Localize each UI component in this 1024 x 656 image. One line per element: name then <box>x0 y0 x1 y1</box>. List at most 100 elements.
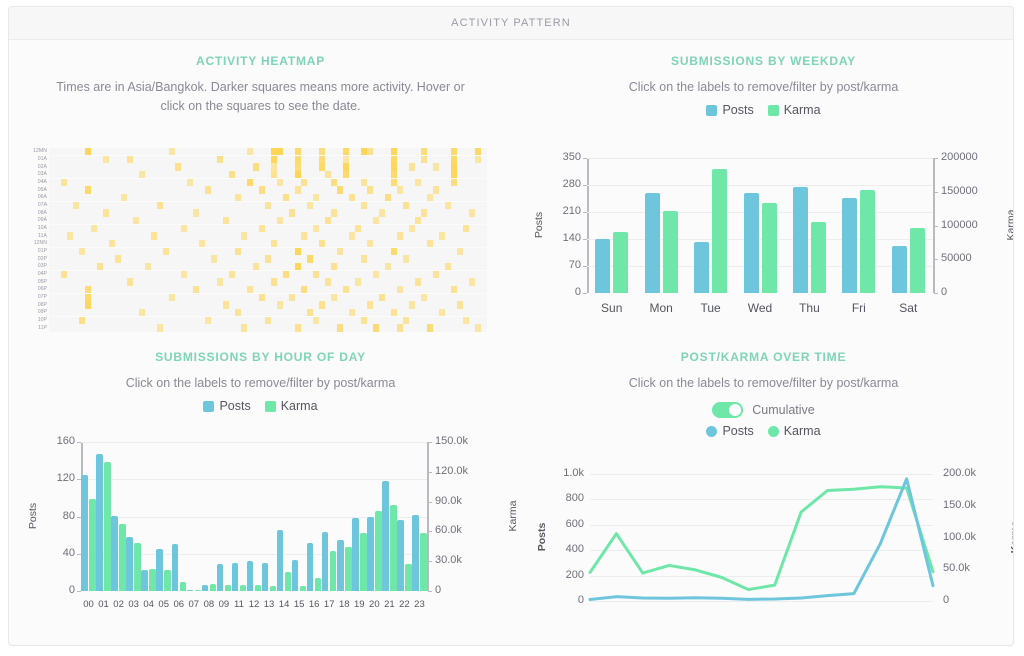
heatmap-cell[interactable] <box>223 301 229 309</box>
heatmap-cell[interactable] <box>433 163 439 171</box>
heatmap-cell[interactable] <box>271 240 277 248</box>
heatmap-cell[interactable] <box>229 270 235 278</box>
heatmap-cell[interactable] <box>175 163 181 171</box>
heatmap-cell[interactable] <box>259 293 265 301</box>
heatmap-cell[interactable] <box>193 286 199 294</box>
heatmap-cell[interactable] <box>445 201 451 209</box>
heatmap-cell[interactable] <box>337 186 343 194</box>
heatmap-cell[interactable] <box>427 240 433 248</box>
heatmap-cell[interactable] <box>295 324 301 332</box>
bar-karma[interactable] <box>254 585 262 591</box>
heatmap-cell[interactable] <box>139 309 145 317</box>
heatmap-cell[interactable] <box>343 148 349 156</box>
bar-karma[interactable] <box>329 551 337 591</box>
heatmap-cell[interactable] <box>319 155 325 163</box>
heatmap-cell[interactable] <box>463 316 469 324</box>
heatmap-cell[interactable] <box>247 148 253 156</box>
heatmap-cell[interactable] <box>361 316 367 324</box>
heatmap-cell[interactable] <box>361 255 367 263</box>
heatmap-cell[interactable] <box>313 270 319 278</box>
heatmap-cell[interactable] <box>193 209 199 217</box>
bar-karma[interactable] <box>89 498 96 591</box>
heatmap-cell[interactable] <box>421 293 427 301</box>
heatmap-cell[interactable] <box>343 171 349 179</box>
bar-posts[interactable] <box>352 518 359 591</box>
heatmap-grid[interactable] <box>49 148 487 332</box>
heatmap-cell[interactable] <box>169 293 175 301</box>
cumulative-toggle-row[interactable]: Cumulative <box>512 402 1013 419</box>
x-tick-label[interactable]: 17 <box>322 599 337 610</box>
bar-posts[interactable] <box>321 532 329 591</box>
heatmap-cell[interactable] <box>391 247 397 255</box>
legend-item-posts[interactable]: Posts <box>706 424 754 438</box>
bar-karma[interactable] <box>662 210 678 293</box>
heatmap-cell[interactable] <box>85 293 91 301</box>
x-tick-label[interactable]: 16 <box>307 599 322 610</box>
x-tick-label[interactable]: Tue <box>686 301 735 315</box>
bar-karma[interactable] <box>284 572 292 591</box>
heatmap-cell[interactable] <box>313 194 319 202</box>
hourly-plot[interactable]: 0 40 80 120 160 0 30.0k 60.0k 90.0k 120.0k 150.0k P… <box>9 434 519 629</box>
bar-posts[interactable] <box>382 481 389 591</box>
heatmap-cell[interactable] <box>205 316 211 324</box>
heatmap-cell[interactable] <box>361 148 367 156</box>
bar-karma[interactable] <box>345 547 352 591</box>
bar-karma[interactable] <box>179 582 187 591</box>
heatmap-cell[interactable] <box>265 316 271 324</box>
heatmap-cell[interactable] <box>127 155 133 163</box>
heatmap-cell[interactable] <box>241 324 247 332</box>
heatmap-cell[interactable] <box>289 209 295 217</box>
heatmap-cell[interactable] <box>397 232 403 240</box>
bar-posts[interactable] <box>171 543 179 591</box>
heatmap-cell[interactable] <box>367 240 373 248</box>
heatmap-cell[interactable] <box>469 278 475 286</box>
heatmap-cell[interactable] <box>451 171 457 179</box>
x-tick-label[interactable]: 11 <box>231 599 246 610</box>
heatmap-cell[interactable] <box>271 278 277 286</box>
bar-posts[interactable] <box>126 536 133 591</box>
heatmap-cell[interactable] <box>199 240 205 248</box>
heatmap-cell[interactable] <box>307 255 313 263</box>
heatmap-cell[interactable] <box>319 301 325 309</box>
heatmap-cell[interactable] <box>127 278 133 286</box>
heatmap-cell[interactable] <box>313 224 319 232</box>
heatmap-cell[interactable] <box>391 171 397 179</box>
x-tick-label[interactable]: 22 <box>397 599 412 610</box>
x-tick-label[interactable]: Sun <box>587 301 636 315</box>
legend-item-posts[interactable]: Posts <box>203 399 251 413</box>
overtime-plot[interactable]: 0 200 400 600 800 1.0k 0 50.0k 100.0k 150.0k 200.0… <box>512 464 1013 629</box>
bar-posts[interactable] <box>231 563 239 591</box>
heatmap-cell[interactable] <box>253 263 259 271</box>
heatmap-cell[interactable] <box>463 224 469 232</box>
heatmap-cell[interactable] <box>331 209 337 217</box>
x-tick-label[interactable]: 04 <box>141 599 156 610</box>
heatmap-cell[interactable] <box>271 148 277 156</box>
heatmap-cell[interactable] <box>343 286 349 294</box>
heatmap-cell[interactable] <box>421 155 427 163</box>
heatmap-cell[interactable] <box>337 324 343 332</box>
x-tick-label[interactable]: Thu <box>785 301 834 315</box>
weekday-plot[interactable]: 0 70 140 210 280 350 0 50000 100000 150000 200000 P… <box>512 150 1013 325</box>
heatmap-cell[interactable] <box>403 316 409 324</box>
heatmap-cell[interactable] <box>397 324 403 332</box>
heatmap-cell[interactable] <box>307 201 313 209</box>
bar-karma[interactable] <box>420 533 427 591</box>
posts-line[interactable] <box>588 477 935 601</box>
legend-item-posts[interactable]: Posts <box>706 103 754 117</box>
bar-posts[interactable] <box>276 530 284 591</box>
heatmap-cell[interactable] <box>385 194 391 202</box>
bar-posts[interactable] <box>306 542 314 591</box>
heatmap-cell[interactable] <box>79 316 85 324</box>
heatmap-cell[interactable] <box>151 232 157 240</box>
heatmap-cell[interactable] <box>271 155 277 163</box>
x-tick-label[interactable]: 03 <box>126 599 141 610</box>
x-tick-label[interactable]: 20 <box>367 599 382 610</box>
bar-posts[interactable] <box>156 549 163 591</box>
bar-posts[interactable] <box>337 539 344 591</box>
heatmap-cell[interactable] <box>97 263 103 271</box>
bar-posts[interactable] <box>216 563 224 591</box>
bar-posts[interactable] <box>141 569 148 591</box>
heatmap-cell[interactable] <box>85 148 91 156</box>
bar-karma[interactable] <box>269 586 277 591</box>
bar-karma[interactable] <box>164 570 171 591</box>
